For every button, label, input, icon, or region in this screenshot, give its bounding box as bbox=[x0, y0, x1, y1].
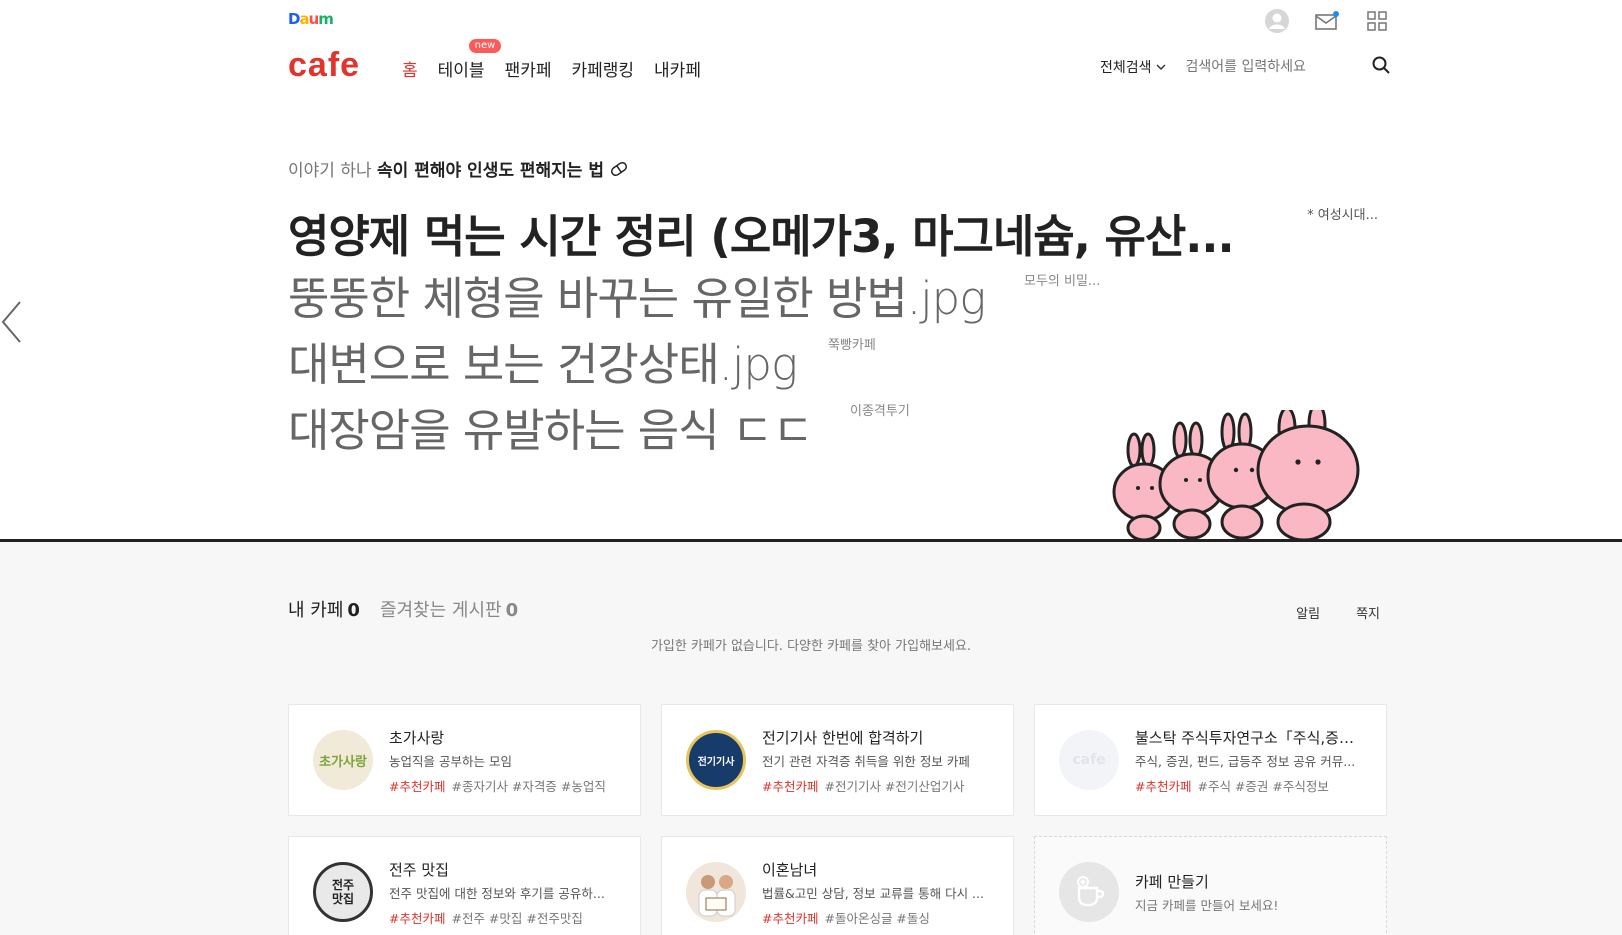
recommended-tag: #추천카페 bbox=[1135, 779, 1192, 794]
my-cafe-section: 내 카페 0 즐겨찾는 게시판 0 알림 쪽지 가입한 카페가 없습니다. 다양한 … bbox=[0, 542, 1622, 935]
cafe-tags: #추천카페 #주식 #증권 #주식정보 bbox=[1135, 776, 1329, 795]
cafe-thumbnail-text: 전기기사 bbox=[697, 756, 735, 768]
cafe-card[interactable]: 전주 맛집 전주 맛집 전주 맛집에 대한 정보와 후기를 공유하... #추천… bbox=[288, 836, 641, 935]
nav-table-label: 테이블 bbox=[437, 61, 485, 81]
search-scope-dropdown[interactable]: 전체검색 bbox=[1100, 57, 1166, 77]
cafe-logo[interactable]: cafe bbox=[288, 46, 360, 85]
cafe-tag-list: #종자기사 #자격증 #농업직 bbox=[451, 779, 606, 794]
cafe-tag-list: #돌아온싱글 #돌싱 bbox=[824, 911, 930, 926]
tab-favorite-boards-count: 0 bbox=[505, 600, 519, 621]
hero-story-source[interactable]: 쭉빵카페 bbox=[828, 334, 876, 353]
cafe-desc: 주식, 증권, 펀드, 급등주 정보 공유 커뮤... bbox=[1135, 754, 1356, 769]
cafe-thumbnail bbox=[686, 862, 746, 922]
cafe-name: 전주 맛집 bbox=[389, 861, 449, 879]
cafe-tag-list: #전기기사 #전기산업기사 bbox=[824, 779, 965, 794]
recommended-tag: #추천카페 bbox=[762, 779, 819, 794]
profile-icon[interactable] bbox=[1264, 8, 1290, 34]
hero-story[interactable]: 대변으로 보는 건강상태.jpg bbox=[288, 328, 798, 393]
main-nav: 홈 테이블 new 팬카페 카페랭킹 내카페 bbox=[402, 39, 701, 81]
top-utility-icons bbox=[1264, 8, 1390, 34]
cafe-desc: 전주 맛집에 대한 정보와 후기를 공유하... bbox=[389, 886, 605, 901]
search-area: 전체검색 bbox=[1100, 56, 1390, 78]
mail-icon[interactable] bbox=[1314, 8, 1340, 34]
hero-main-source[interactable]: * 여성시대... bbox=[1307, 204, 1378, 223]
cafe-tags: #추천카페 #전기기사 #전기산업기사 bbox=[762, 776, 964, 795]
nav-cafe-ranking[interactable]: 카페랭킹 bbox=[571, 56, 634, 81]
tab-my-cafe-count: 0 bbox=[347, 600, 360, 621]
search-scope-label: 전체검색 bbox=[1100, 60, 1152, 76]
page: Daum cafe 홈 테이블new 팬카페 카페랭킹 내카페 전체검색 이야 bbox=[0, 0, 1622, 935]
couple-photo-icon bbox=[698, 875, 736, 917]
cafe-desc: 농업직을 공부하는 모임 bbox=[389, 754, 512, 769]
cafe-tags: #추천카페 #종자기사 #자격증 #농업직 bbox=[389, 776, 606, 795]
cafe-name: 불스탁 주식투자연구소「주식,증권,... bbox=[1135, 729, 1367, 747]
make-cafe-title: 카페 만들기 bbox=[1135, 873, 1209, 891]
hero-story[interactable]: 대장암을 유발하는 음식 ㄷㄷ bbox=[288, 394, 814, 459]
new-badge: new bbox=[468, 39, 502, 53]
nav-home[interactable]: 홈 bbox=[402, 56, 418, 81]
cafe-name: 초가사랑 bbox=[389, 729, 445, 747]
hero-subtitle-bold: 속이 편해야 인생도 편해지는 법 bbox=[377, 161, 605, 181]
nav-my-cafe[interactable]: 내카페 bbox=[654, 56, 701, 81]
tab-my-cafe-label: 내 카페 bbox=[288, 600, 344, 621]
make-cafe-card[interactable]: 카페 만들기 지금 카페를 만들어 보세요! bbox=[1034, 836, 1387, 935]
cafe-name: 이혼남녀 bbox=[762, 861, 818, 879]
tab-my-cafe[interactable]: 내 카페 0 bbox=[288, 596, 360, 622]
nav-table[interactable]: 테이블 new bbox=[437, 39, 502, 81]
nav-fancafe[interactable]: 팬카페 bbox=[505, 56, 552, 81]
hero-story[interactable]: 뚱뚱한 체형을 바꾸는 유일한 방법.jpg bbox=[288, 262, 986, 327]
hero-subtitle: 이야기 하나 속이 편해야 인생도 편해지는 법 bbox=[288, 156, 629, 181]
cafe-tag-list: #주식 #증권 #주식정보 bbox=[1197, 779, 1329, 794]
tab-favorite-boards[interactable]: 즐겨찾는 게시판 0 bbox=[380, 596, 518, 622]
cafe-card[interactable]: cafe 불스탁 주식투자연구소「주식,증권,... 주식, 증권, 펀드, 급… bbox=[1034, 704, 1387, 816]
daum-logo[interactable]: Daum bbox=[288, 10, 334, 28]
cafe-name: 전기기사 한번에 합격하기 bbox=[762, 729, 924, 747]
hero-stories: 이야기 하나 속이 편해야 인생도 편해지는 법 영양제 먹는 시간 정리 (오… bbox=[0, 100, 1622, 542]
chevron-down-icon bbox=[1156, 64, 1166, 70]
cafe-desc: 전기 관련 자격증 취득을 위한 정보 카페 bbox=[762, 754, 970, 769]
recommended-tag: #추천카페 bbox=[389, 779, 446, 794]
cafe-card[interactable]: 초가사랑 초가사랑 농업직을 공부하는 모임 #추천카페 #종자기사 #자격증 #… bbox=[288, 704, 641, 816]
pill-icon bbox=[611, 161, 628, 177]
cafe-card[interactable]: 이혼남녀 법률&고민 상담, 정보 교류를 통해 다시 ... #추천카페 #돌아… bbox=[661, 836, 1014, 935]
cafe-tags: #추천카페 #전주 #맛집 #전주맛집 bbox=[389, 908, 583, 927]
hero-story-source[interactable]: 이종격투기 bbox=[850, 400, 910, 419]
hero-subtitle-prefix: 이야기 하나 bbox=[288, 161, 372, 181]
prev-arrow-icon[interactable] bbox=[0, 300, 24, 348]
apps-grid-icon[interactable] bbox=[1364, 8, 1390, 34]
recommended-tag: #추천카페 bbox=[762, 911, 819, 926]
hero-main-story[interactable]: 영양제 먹는 시간 정리 (오메가3, 마그네슘, 유산... bbox=[288, 200, 1235, 265]
cafe-thumbnail: 초가사랑 bbox=[313, 730, 373, 790]
my-cafe-tabs: 내 카페 0 즐겨찾는 게시판 0 bbox=[288, 596, 518, 622]
cafe-tags: #추천카페 #돌아온싱글 #돌싱 bbox=[762, 908, 930, 927]
tab-actions: 알림 쪽지 bbox=[1296, 603, 1380, 622]
alarm-link[interactable]: 알림 bbox=[1296, 603, 1320, 622]
cafe-thumbnail-text: 전주 맛집 bbox=[331, 878, 355, 906]
search-input[interactable] bbox=[1185, 59, 1356, 75]
recommended-tag: #추천카페 bbox=[389, 911, 446, 926]
empty-message: 가입한 카페가 없습니다. 다양한 카페를 찾아 가입해보세요. bbox=[650, 639, 972, 654]
hero-story-source[interactable]: 모두의 비밀... bbox=[1024, 270, 1100, 289]
make-cafe-desc: 지금 카페를 만들어 보세요! bbox=[1135, 898, 1279, 913]
note-link[interactable]: 쪽지 bbox=[1356, 603, 1380, 622]
cafe-desc: 법률&고민 상담, 정보 교류를 통해 다시 ... bbox=[762, 886, 984, 901]
cafe-thumbnail-text: cafe bbox=[1072, 752, 1106, 768]
cafe-tag-list: #전주 #맛집 #전주맛집 bbox=[451, 911, 583, 926]
cafe-thumbnail: 전주 맛집 bbox=[313, 862, 373, 922]
cafe-card[interactable]: 전기기사 전기기사 한번에 합격하기 전기 관련 자격증 취득을 위한 정보 카… bbox=[661, 704, 1014, 816]
tab-favorite-boards-label: 즐겨찾는 게시판 bbox=[379, 600, 502, 621]
bunny-characters-illustration bbox=[1112, 402, 1372, 544]
cafe-thumbnail-text: 초가사랑 bbox=[319, 754, 367, 770]
search-icon[interactable] bbox=[1372, 56, 1390, 78]
cafe-thumbnail: cafe bbox=[1059, 730, 1119, 790]
cafe-thumbnail: 전기기사 bbox=[686, 730, 746, 790]
make-cafe-icon bbox=[1059, 862, 1119, 922]
